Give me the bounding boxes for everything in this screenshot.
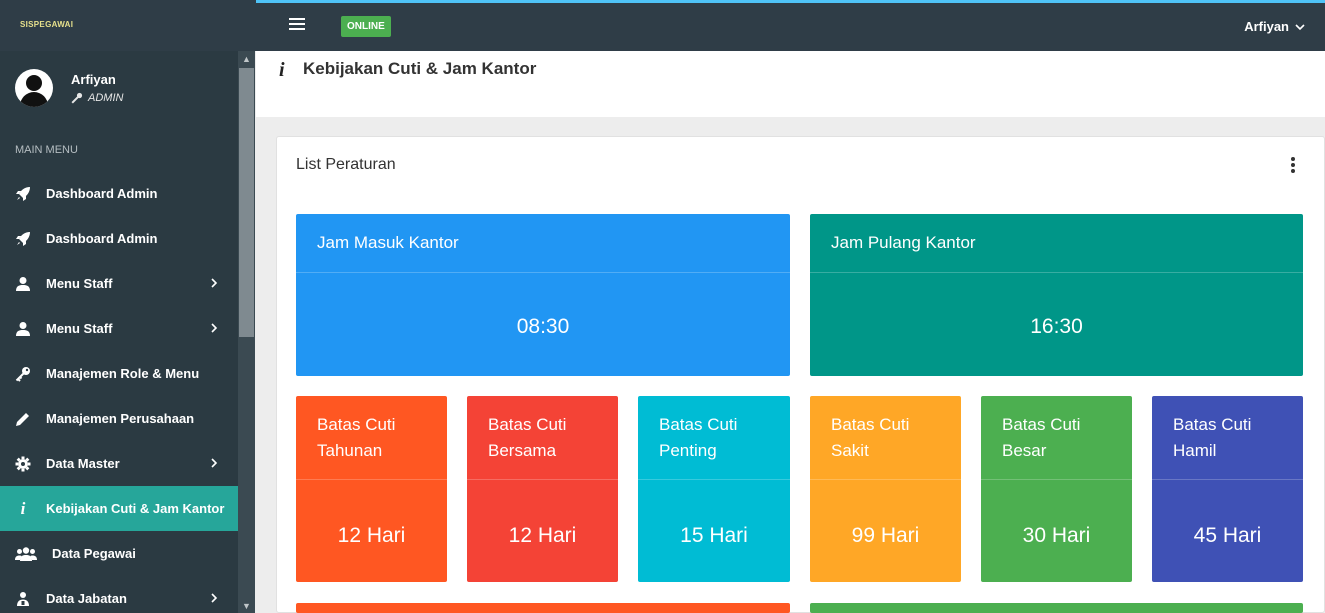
rocket-icon	[15, 186, 31, 202]
info-icon: i	[279, 59, 285, 81]
sidebar-item-label: Data Jabatan	[46, 591, 127, 606]
chevron-right-icon	[211, 593, 218, 603]
chevron-right-icon	[211, 323, 218, 333]
sidebar-item-label: Manajemen Role & Menu	[46, 366, 200, 381]
online-status-badge: ONLINE	[341, 16, 391, 37]
sidebar-item-label: Data Master	[46, 456, 120, 471]
pencil-icon	[15, 411, 31, 427]
sidebar-item-label: Data Pegawai	[52, 546, 136, 561]
tile-label: Batas Cuti Besar	[1002, 415, 1081, 460]
tile-value: 15 Hari	[680, 524, 748, 547]
top-navbar	[0, 0, 1325, 51]
profile-name: Arfiyan	[71, 72, 116, 87]
tile-value: 99 Hari	[851, 524, 920, 547]
tile-value: 45 Hari	[1193, 524, 1262, 547]
tile-value: 12 Hari	[508, 524, 577, 547]
user-icon	[15, 321, 31, 337]
user-dropdown-label: Arfiyan	[1244, 19, 1289, 34]
sidebar-scrollbar[interactable]: ▲ ▼	[238, 51, 255, 613]
tile-label: Batas Cuti Penting	[659, 415, 738, 460]
profile-role: ADMIN	[71, 92, 123, 104]
sidebar-item-label: Dashboard Admin	[46, 231, 158, 246]
sidebar-item-label: Menu Staff	[46, 276, 113, 291]
chevron-right-icon	[211, 458, 218, 468]
tile-label: Jam Pulang Kantor	[831, 233, 976, 252]
tile-value: 12 Hari	[337, 524, 406, 547]
sidebar-item-data-pegawai[interactable]: Data Pegawai	[0, 531, 238, 576]
sidebar-item-kebijakan-cuti[interactable]: i Kebijakan Cuti & Jam Kantor	[0, 486, 238, 531]
tile-cuti-tahunan: Batas Cuti Tahunan 12 Hari	[296, 396, 447, 582]
sidebar-item-label: Menu Staff	[46, 321, 113, 336]
tile-cuti-penting: Batas Cuti Penting 15 Hari	[638, 396, 790, 582]
tile-label: Batas Cuti Bersama	[488, 415, 567, 460]
tile-cuti-bersama: Batas Cuti Bersama 12 Hari	[467, 396, 618, 582]
tile-cuti-besar: Batas Cuti Besar 30 Hari	[981, 396, 1132, 582]
scroll-down-arrow-icon[interactable]: ▼	[238, 599, 255, 613]
sitemap-icon	[15, 591, 31, 607]
avatar[interactable]	[15, 69, 53, 107]
sidebar-item-data-master[interactable]: Data Master	[0, 441, 238, 486]
sidebar-item-dashboard-admin-2[interactable]: Dashboard Admin	[0, 216, 238, 261]
sidebar-menu: Dashboard Admin Dashboard Admin Menu Sta…	[0, 171, 238, 613]
page-title: Kebijakan Cuti & Jam Kantor	[303, 59, 537, 78]
more-options-icon[interactable]	[1291, 157, 1299, 174]
hamburger-menu-icon[interactable]	[289, 18, 305, 32]
scroll-up-arrow-icon[interactable]: ▲	[238, 52, 255, 66]
rocket-icon	[15, 231, 31, 247]
users-icon	[15, 546, 37, 562]
sidebar-item-label: Kebijakan Cuti & Jam Kantor	[46, 501, 225, 516]
sidebar-item-manajemen-role[interactable]: Manajemen Role & Menu	[0, 351, 238, 396]
tile-label: Batas Cuti Sakit	[831, 415, 910, 460]
tile-label: Batas Cuti Tahunan	[317, 415, 396, 460]
tile-partial-right	[810, 603, 1303, 613]
tile-jam-pulang: Jam Pulang Kantor 16:30	[810, 214, 1303, 376]
sidebar-item-manajemen-perusahaan[interactable]: Manajemen Perusahaan	[0, 396, 238, 441]
sidebar-item-menu-staff[interactable]: Menu Staff	[0, 261, 238, 306]
chevron-right-icon	[211, 278, 218, 288]
sidebar-item-menu-staff-2[interactable]: Menu Staff	[0, 306, 238, 351]
sidebar-item-label: Manajemen Perusahaan	[46, 411, 195, 426]
user-icon	[15, 276, 31, 292]
sidebar-item-data-jabatan[interactable]: Data Jabatan	[0, 576, 238, 613]
key-icon	[15, 366, 31, 382]
profile-role-label: ADMIN	[88, 92, 124, 104]
info-icon: i	[20, 498, 26, 518]
card-title: List Peraturan	[296, 156, 396, 173]
tile-jam-masuk: Jam Masuk Kantor 08:30	[296, 214, 790, 376]
tile-cuti-hamil: Batas Cuti Hamil 45 Hari	[1152, 396, 1303, 582]
main-menu-heading: MAIN MENU	[15, 144, 78, 156]
tile-partial-left	[296, 603, 790, 613]
tile-label: Batas Cuti Hamil	[1173, 415, 1252, 460]
tile-value: 16:30	[1030, 315, 1083, 338]
gear-icon	[15, 456, 31, 472]
tile-value: 08:30	[516, 315, 570, 338]
tile-label: Jam Masuk Kantor	[317, 233, 459, 252]
key-icon	[71, 92, 83, 104]
tile-cuti-sakit: Batas Cuti Sakit 99 Hari	[810, 396, 961, 582]
user-dropdown[interactable]: Arfiyan	[1244, 19, 1305, 34]
sidebar-item-dashboard-admin[interactable]: Dashboard Admin	[0, 171, 238, 216]
user-profile: Arfiyan ADMIN	[15, 69, 123, 107]
sidebar: Arfiyan ADMIN MAIN MENU Dashboard Admin …	[0, 51, 238, 613]
brand-logo[interactable]: SISPEGAWAI	[20, 20, 73, 29]
sidebar-item-label: Dashboard Admin	[46, 186, 158, 201]
tile-value: 30 Hari	[1022, 524, 1091, 547]
chevron-down-icon	[1295, 23, 1305, 30]
top-progress-line	[256, 0, 1325, 3]
scrollbar-thumb[interactable]	[239, 68, 254, 337]
